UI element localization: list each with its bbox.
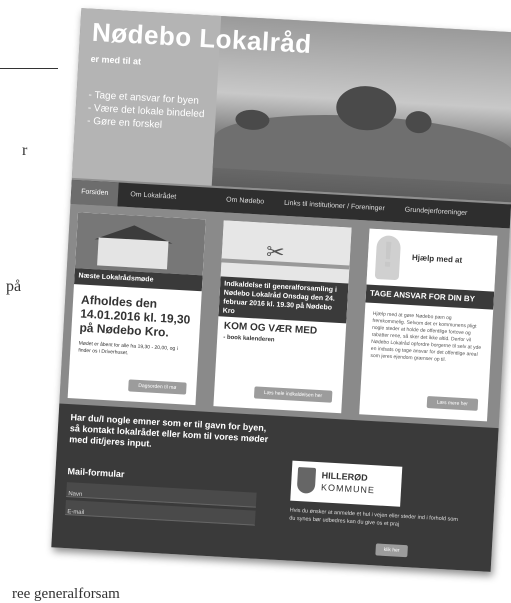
mail-form-title: Mail-formular <box>67 466 125 480</box>
logo-line2: KOMMUNE <box>320 482 376 496</box>
meeting-card-body: Mødet er åbent for alle fra 19,30 - 20,0… <box>78 340 178 357</box>
click-here-button[interactable]: klik her <box>375 543 408 558</box>
email-field-label: E-mail <box>67 509 85 517</box>
read-more-button[interactable]: Læs mere her <box>426 396 479 411</box>
general-assembly-body: - book kalenderen <box>223 334 275 344</box>
general-assembly-card: ✂ Indkaldelse til generalforsamling i Nø… <box>213 220 352 414</box>
name-field-label: Navn <box>68 491 83 498</box>
background-text-fragment: på <box>6 278 22 295</box>
house-shape <box>97 237 169 270</box>
building-photo <box>74 212 206 276</box>
help-title: Hjælp med at <box>411 252 463 265</box>
general-assembly-band: Indkaldelse til generalforsamling i Nøde… <box>218 276 349 324</box>
header-hero: Nødebo Lokalråd er med til at - Tage et … <box>71 8 511 203</box>
mission-list: - Tage et ansvar for byen - Være det lok… <box>87 89 206 134</box>
read-invitation-button[interactable]: Læs hele indkaldelsen her <box>253 386 333 403</box>
ribbon-shape <box>221 258 350 270</box>
background-bottom-text: ree generalforsam <box>12 586 120 602</box>
logo-line1: HILLERØD <box>321 470 368 483</box>
background-rule <box>0 68 58 69</box>
coat-of-arms-icon <box>296 466 317 494</box>
municipality-logo[interactable]: HILLERØD KOMMUNE <box>290 460 403 507</box>
report-issue-text: Hvis du ønsker at anmelde et hul i vejen… <box>289 507 459 528</box>
scissors-icon: ✂ <box>265 238 286 265</box>
footer: Har du/I nogle emner som er til gavn for… <box>51 403 499 572</box>
exclamation-icon: ! <box>381 233 396 275</box>
agenda-button[interactable]: Dagsorden til mø <box>128 379 187 395</box>
responsibility-body: Hjælp med at gøre Nødebo pæn og fremkomm… <box>370 310 482 364</box>
general-assembly-heading: KOM OG VÆR MED <box>223 320 318 337</box>
background-text-fragment: r <box>22 142 28 159</box>
meeting-card-heading: Afholdes den 14.01.2016 kl. 19,30 på Nød… <box>79 292 191 340</box>
nav-item-forsiden[interactable]: Forsiden <box>70 179 119 207</box>
site-tagline: er med til at <box>90 53 142 67</box>
ribbon-cutting-photo: ✂ <box>220 220 352 284</box>
help-illustration: ! Hjælp med at <box>366 228 498 292</box>
website-printout: Nødebo Lokalråd er med til at - Tage et … <box>51 8 511 572</box>
content-area: Næste Lokalrådsmøde Afholdes den 14.01.2… <box>59 203 510 429</box>
footer-contact-text: Har du/I nogle emner som er til gavn for… <box>69 412 269 449</box>
responsibility-card: ! Hjælp med at TAGE ANSVAR FOR DIN BY Hj… <box>359 228 498 422</box>
meeting-card: Næste Lokalrådsmøde Afholdes den 14.01.2… <box>67 212 206 406</box>
